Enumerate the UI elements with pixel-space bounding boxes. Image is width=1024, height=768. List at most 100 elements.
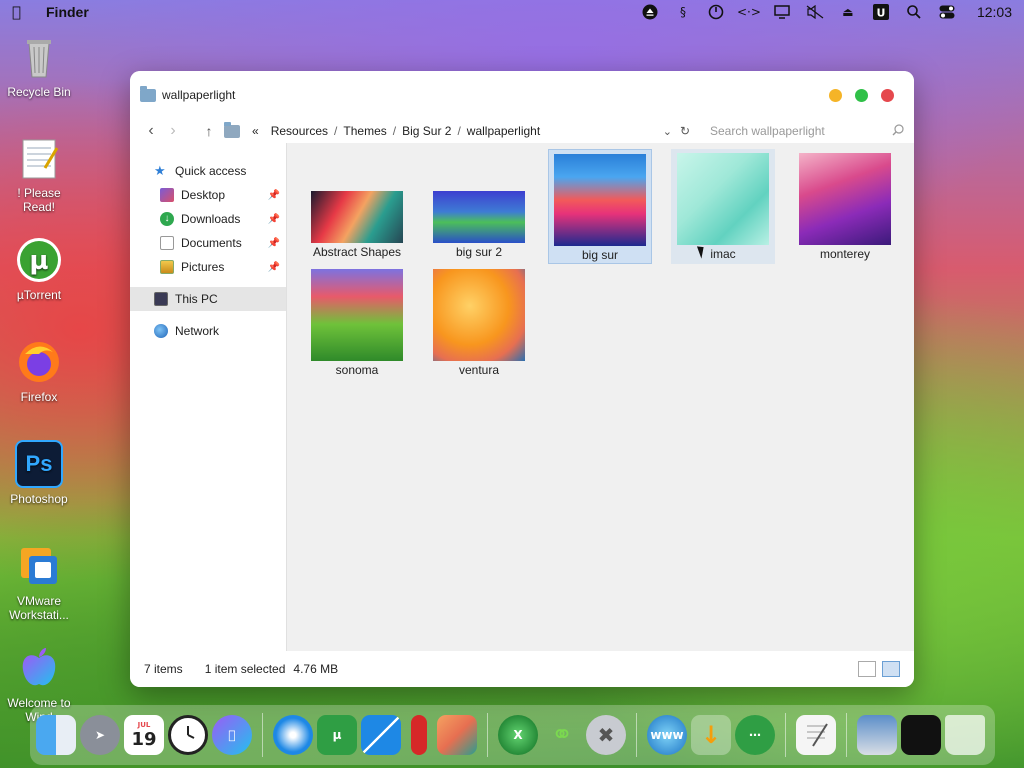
photos-icon[interactable] (437, 715, 477, 755)
search-box[interactable]: Search wallpaperlight (704, 123, 904, 139)
sidebar-item-quick-access[interactable]: ★ Quick access (130, 159, 286, 183)
close-button[interactable] (881, 88, 894, 102)
pin-icon[interactable]: 📌 (268, 190, 280, 201)
file-item[interactable]: imac (671, 149, 775, 264)
tools-icon[interactable]: ✖ (586, 715, 626, 755)
apple-menu-icon[interactable]:  (12, 3, 46, 21)
terminal-icon[interactable] (901, 715, 941, 755)
file-item[interactable]: big sur (548, 149, 652, 264)
sidebar-item-this-pc[interactable]: This PC (130, 287, 286, 311)
pin-icon[interactable]: 📌 (268, 262, 280, 273)
file-item[interactable]: ventura (427, 265, 531, 377)
desktop-icon-label: ! Please Read! (17, 186, 61, 214)
display-icon[interactable] (773, 4, 791, 20)
download-icon: ↓ (160, 212, 174, 226)
file-name: big sur (581, 248, 619, 262)
thumbnail-monterey (799, 153, 891, 245)
breadcrumb-big-sur-2[interactable]: Big Sur 2 (402, 124, 451, 138)
clock-icon[interactable] (168, 715, 208, 755)
trash-icon[interactable] (945, 715, 985, 755)
path-prefix[interactable]: « (252, 124, 259, 138)
sidebar-item-downloads[interactable]: ↓ Downloads 📌 (130, 207, 286, 231)
svg-text:µ: µ (29, 246, 48, 276)
script-icon[interactable]: § (674, 4, 692, 20)
safari-icon[interactable] (273, 715, 313, 755)
books-icon[interactable] (411, 715, 427, 755)
desktop-icon-recycle-bin[interactable]: Recycle Bin (0, 33, 78, 99)
window-titlebar[interactable]: wallpaperlight (130, 71, 914, 119)
sidebar-item-documents[interactable]: Documents 📌 (130, 231, 286, 255)
app-name-menu[interactable]: Finder (46, 4, 89, 20)
dock: ➤ JUL 19  µ X ⚭ ✖ www ↓ ⋯ (30, 705, 995, 765)
file-item[interactable]: big sur 2 (427, 147, 531, 259)
download-icon[interactable]: ↓ (691, 715, 731, 755)
eject-icon[interactable]: ⏏ (839, 4, 857, 20)
mute-icon[interactable] (806, 4, 824, 20)
breadcrumb-wallpaperlight[interactable]: wallpaperlight (467, 124, 540, 138)
menu-bar:  Finder § <·> ⏏ U 12:03 (0, 0, 1024, 24)
globe-icon[interactable]: www (647, 715, 687, 755)
details-view-icon[interactable] (858, 661, 876, 677)
toggle-icon[interactable] (938, 4, 956, 20)
xbox-icon[interactable]: X (498, 715, 538, 755)
apple-icon[interactable]:  (212, 715, 252, 755)
desktop-icon-label: µTorrent (16, 288, 62, 302)
search-icon (892, 123, 904, 139)
search-input[interactable]: Search wallpaperlight (704, 124, 892, 138)
screenshot-icon[interactable] (857, 715, 897, 755)
desktop-icon-please-read[interactable]: ! Please Read! (0, 134, 78, 214)
breadcrumb-separator: / (392, 124, 397, 138)
finder-icon[interactable] (36, 715, 76, 755)
file-item[interactable]: monterey (793, 149, 897, 261)
network-icon[interactable]: ⋯ (735, 715, 775, 755)
sidebar-item-desktop[interactable]: Desktop 📌 (130, 183, 286, 207)
sidebar-item-label: Pictures (181, 260, 225, 274)
eject-icon[interactable] (641, 4, 659, 20)
forward-chevron-icon[interactable]: › (162, 122, 184, 140)
chevron-down-icon[interactable]: ⌄ (663, 125, 672, 138)
vmware-icon (15, 542, 63, 590)
desktop-icon-utorrent[interactable]: µ µTorrent (0, 236, 78, 302)
desktop-icon (160, 188, 174, 202)
file-name: sonoma (335, 363, 379, 377)
sidebar-item-pictures[interactable]: Pictures 📌 (130, 255, 286, 279)
thumbnail-sonoma (311, 269, 403, 361)
refresh-icon[interactable]: ↻ (680, 124, 690, 138)
utorrent-icon[interactable]: µ (317, 715, 357, 755)
desktop-icon-vmware[interactable]: VMware Workstati... (0, 542, 78, 622)
sidebar-item-label: Downloads (181, 212, 241, 226)
network-code-icon[interactable]: <·> (737, 4, 761, 20)
back-chevron-icon[interactable]: ‹ (140, 122, 162, 140)
file-name: ventura (458, 363, 500, 377)
windows-icon[interactable] (361, 715, 401, 755)
desktop-icon-firefox[interactable]: Firefox (0, 338, 78, 404)
maximize-button[interactable] (855, 88, 868, 102)
folder-icon (224, 121, 240, 138)
selection-size: 4.76 MB (293, 662, 339, 676)
file-item[interactable]: Abstract Shapes (305, 147, 409, 259)
thumbnail-ventura (433, 269, 525, 361)
pin-icon[interactable]: 📌 (268, 238, 280, 249)
search-icon[interactable] (905, 4, 923, 20)
breadcrumb-themes[interactable]: Themes (343, 124, 386, 138)
file-item[interactable]: sonoma (305, 265, 409, 377)
calendar-icon[interactable]: JUL 19 (124, 715, 164, 755)
power-icon[interactable] (707, 4, 725, 20)
desktop-icon-photoshop[interactable]: Ps Photoshop (0, 440, 78, 506)
large-icons-view-icon[interactable] (882, 661, 900, 677)
u-icon[interactable]: U (872, 4, 890, 20)
breadcrumb-separator: / (334, 124, 338, 138)
file-grid: Abstract Shapes big sur 2 big sur imac m… (287, 143, 914, 651)
pin-icon[interactable]: 📌 (268, 214, 280, 225)
sidebar-item-label: Desktop (181, 188, 226, 202)
menu-clock[interactable]: 12:03 (977, 4, 1012, 20)
textedit-icon[interactable] (796, 715, 836, 755)
link-icon[interactable]: ⚭ (542, 715, 582, 755)
minimize-button[interactable] (829, 88, 842, 102)
sidebar-item-network[interactable]: Network (130, 319, 286, 343)
launchpad-icon[interactable]: ➤ (80, 715, 120, 755)
file-name: imac (710, 247, 736, 261)
up-arrow-icon[interactable]: ↑ (198, 123, 220, 139)
breadcrumb-resources[interactable]: Resources (271, 124, 328, 138)
desktop-icon-label: Photoshop (10, 492, 68, 506)
